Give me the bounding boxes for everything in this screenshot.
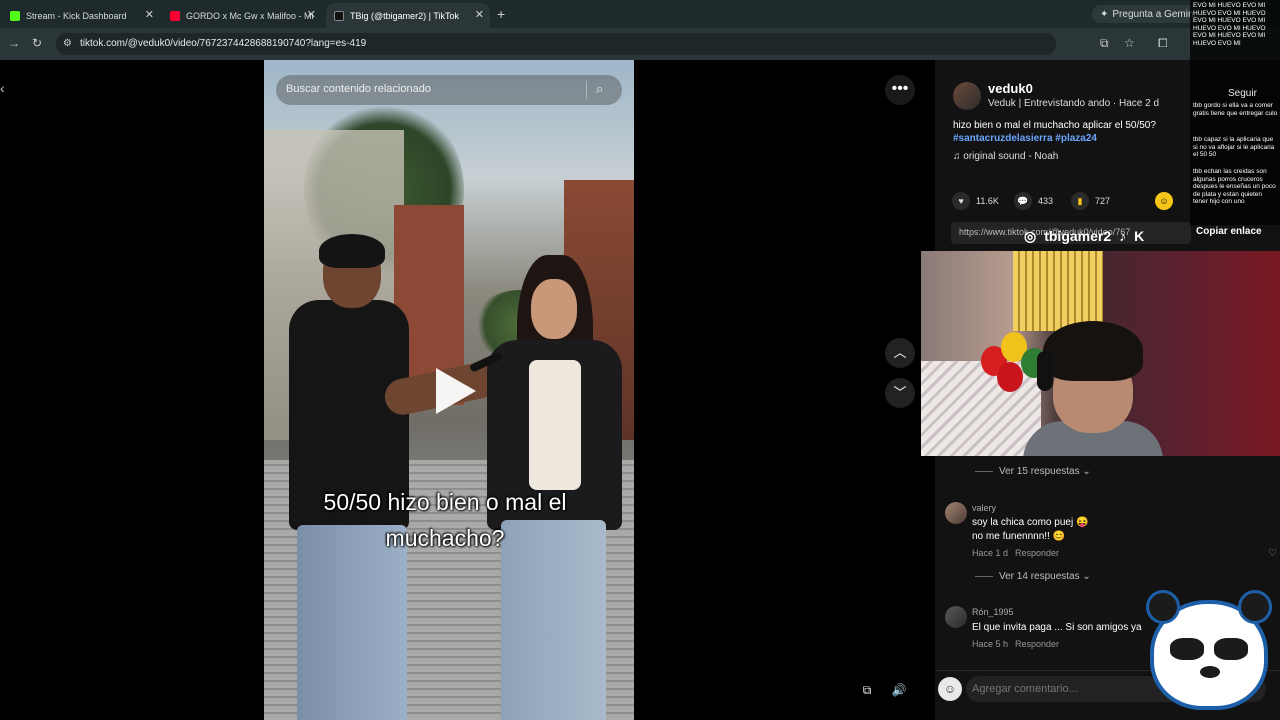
chevron-down-icon: ⌄ (1082, 571, 1091, 582)
avatar: ☺ (938, 677, 962, 701)
comment-time: Hace 1 d (972, 548, 1009, 558)
close-tab-icon[interactable]: ✕ (145, 8, 154, 21)
share-icon: ☺ (1155, 192, 1173, 210)
translate-icon[interactable]: ⧉ (1100, 36, 1109, 51)
reload-icon[interactable]: ↻ (32, 36, 42, 50)
bookmark-icon: ▮ (1071, 192, 1089, 210)
chat-message: tbb gordo si ella va a comer gratis tien… (1193, 102, 1278, 117)
extensions-icon[interactable]: ⧠ (1158, 36, 1168, 51)
next-video-button[interactable]: ﹀ (885, 378, 915, 408)
share-button[interactable]: ☺ (1155, 192, 1173, 210)
avatar[interactable] (945, 502, 967, 524)
sound-link[interactable]: ♫ original sound - Noah (953, 151, 1058, 162)
chevron-down-icon: ⌄ (1082, 466, 1091, 477)
copy-link-button[interactable]: Copiar enlace (1196, 226, 1262, 237)
tab-title: TBig (@tbigamer2) | TikTok (350, 10, 460, 21)
panda-logo (1146, 590, 1272, 710)
view-replies-button[interactable]: Ver 15 respuestas ⌄ (975, 466, 1091, 477)
close-tab-icon[interactable]: ✕ (475, 8, 484, 21)
heart-icon[interactable]: ♡ (1268, 548, 1277, 559)
pip-icon[interactable]: ⧉ (855, 679, 879, 701)
comment-time: Hace 5 h (972, 639, 1009, 649)
chat-message: tbb capaz si la aplicaria que si no va a… (1193, 136, 1275, 158)
volume-icon[interactable]: 🔊 (887, 679, 911, 701)
site-info-icon[interactable]: ⚙ (63, 38, 72, 49)
follow-button[interactable]: Seguir (1228, 88, 1257, 99)
comment-author[interactable]: Rón_1995 (972, 607, 1014, 617)
bookmark-star-icon[interactable]: ☆ (1124, 36, 1135, 50)
youtube-icon (170, 10, 180, 21)
kick-icon: K (1134, 228, 1145, 244)
back-arrow-icon[interactable]: ‹ (0, 80, 5, 96)
tab-kick-dashboard[interactable]: Stream - Kick Dashboard ✕ (2, 3, 160, 28)
streamer-webcam (921, 251, 1280, 456)
heart-icon: ♥ (952, 192, 970, 210)
video-person (289, 234, 507, 720)
avatar[interactable] (945, 606, 967, 628)
view-replies-button[interactable]: Ver 14 respuestas ⌄ (975, 571, 1091, 582)
previous-video-button[interactable]: ︿ (885, 338, 915, 368)
save-button[interactable]: ▮ 727 (1071, 192, 1110, 210)
gemini-label: Pregunta a Gemini (1112, 8, 1196, 20)
tiktok-icon: ♪ (1119, 228, 1127, 244)
search-icon[interactable]: ⌕ (596, 81, 603, 97)
comment-icon: 💬 (1014, 192, 1032, 210)
gemini-button[interactable]: ✦ Pregunta a Gemini (1092, 5, 1204, 23)
avatar[interactable] (953, 82, 981, 110)
reply-button[interactable]: Responder (1015, 548, 1059, 558)
tab-title: GORDO x Mc Gw x Malifoo - Mi (186, 10, 314, 21)
instagram-icon: ◎ (1024, 227, 1037, 244)
comment-text: soy la chica como puej 😝 (972, 517, 1089, 528)
play-icon[interactable] (436, 368, 476, 414)
comment-count: 433 (1038, 196, 1054, 206)
stream-social-overlay: ◎ tbigamer2 ♪ K (1024, 225, 1144, 247)
tab-title: Stream - Kick Dashboard (26, 10, 127, 21)
tab-tiktok[interactable]: TBig (@tbigamer2) | TikTok ✕ (326, 3, 490, 28)
author-username[interactable]: veduk0 (988, 81, 1033, 96)
post-hashtags[interactable]: #santacruzdelasierra #plaza24 (953, 133, 1097, 144)
caption-line: 50/50 hizo bien o mal el (323, 489, 567, 515)
replies-label: Ver 15 respuestas (999, 466, 1080, 477)
chat-message: EVO MI HUEVO EVO MI HUEVO EVO MI HUEVO E… (1193, 2, 1266, 47)
new-tab-button[interactable]: + (497, 6, 505, 22)
url-text[interactable]: tiktok.com/@veduk0/video/767237442868819… (80, 38, 366, 49)
sparkle-icon: ✦ (1100, 8, 1109, 20)
tiktok-icon (334, 10, 344, 21)
comment-button[interactable]: 💬 433 (1014, 192, 1053, 210)
author-subtitle: Veduk | Entrevistando ando · Hace 2 d (988, 98, 1160, 109)
tab-youtube[interactable]: GORDO x Mc Gw x Malifoo - Mi ✕ (162, 3, 322, 28)
like-button[interactable]: ♥ 11.6K (952, 192, 999, 210)
close-tab-icon[interactable]: ✕ (307, 8, 316, 21)
save-count: 727 (1095, 196, 1111, 206)
replies-label: Ver 14 respuestas (999, 571, 1080, 582)
like-count: 11.6K (976, 196, 999, 206)
browser-tab-strip: Stream - Kick Dashboard ✕ GORDO x Mc Gw … (0, 0, 1280, 28)
forward-icon[interactable]: → (8, 36, 20, 50)
comment-text: El que invita paga ... Si son amigos ya (972, 622, 1142, 633)
post-description: hizo bien o mal el muchacho aplicar el 5… (953, 120, 1156, 131)
chat-message: tbb echan las creidas son algunas porros… (1193, 168, 1276, 205)
reply-button[interactable]: Responder (1015, 639, 1059, 649)
music-note-icon: ♫ (953, 151, 964, 162)
divider (586, 81, 587, 99)
kick-icon (10, 10, 20, 21)
caption-line: muchacho? (385, 525, 505, 551)
video-player[interactable] (264, 60, 634, 720)
comment-text: no me funennnn!! 😊 (972, 531, 1066, 542)
more-options-button[interactable]: ••• (885, 75, 915, 105)
video-caption: 50/50 hizo bien o mal el muchacho? (270, 484, 620, 556)
video-search-placeholder[interactable]: Buscar contenido relacionado (286, 83, 431, 95)
overlay-handle: tbigamer2 (1044, 228, 1112, 244)
sound-name: original sound - Noah (963, 151, 1059, 162)
comment-author[interactable]: valery (972, 503, 996, 513)
